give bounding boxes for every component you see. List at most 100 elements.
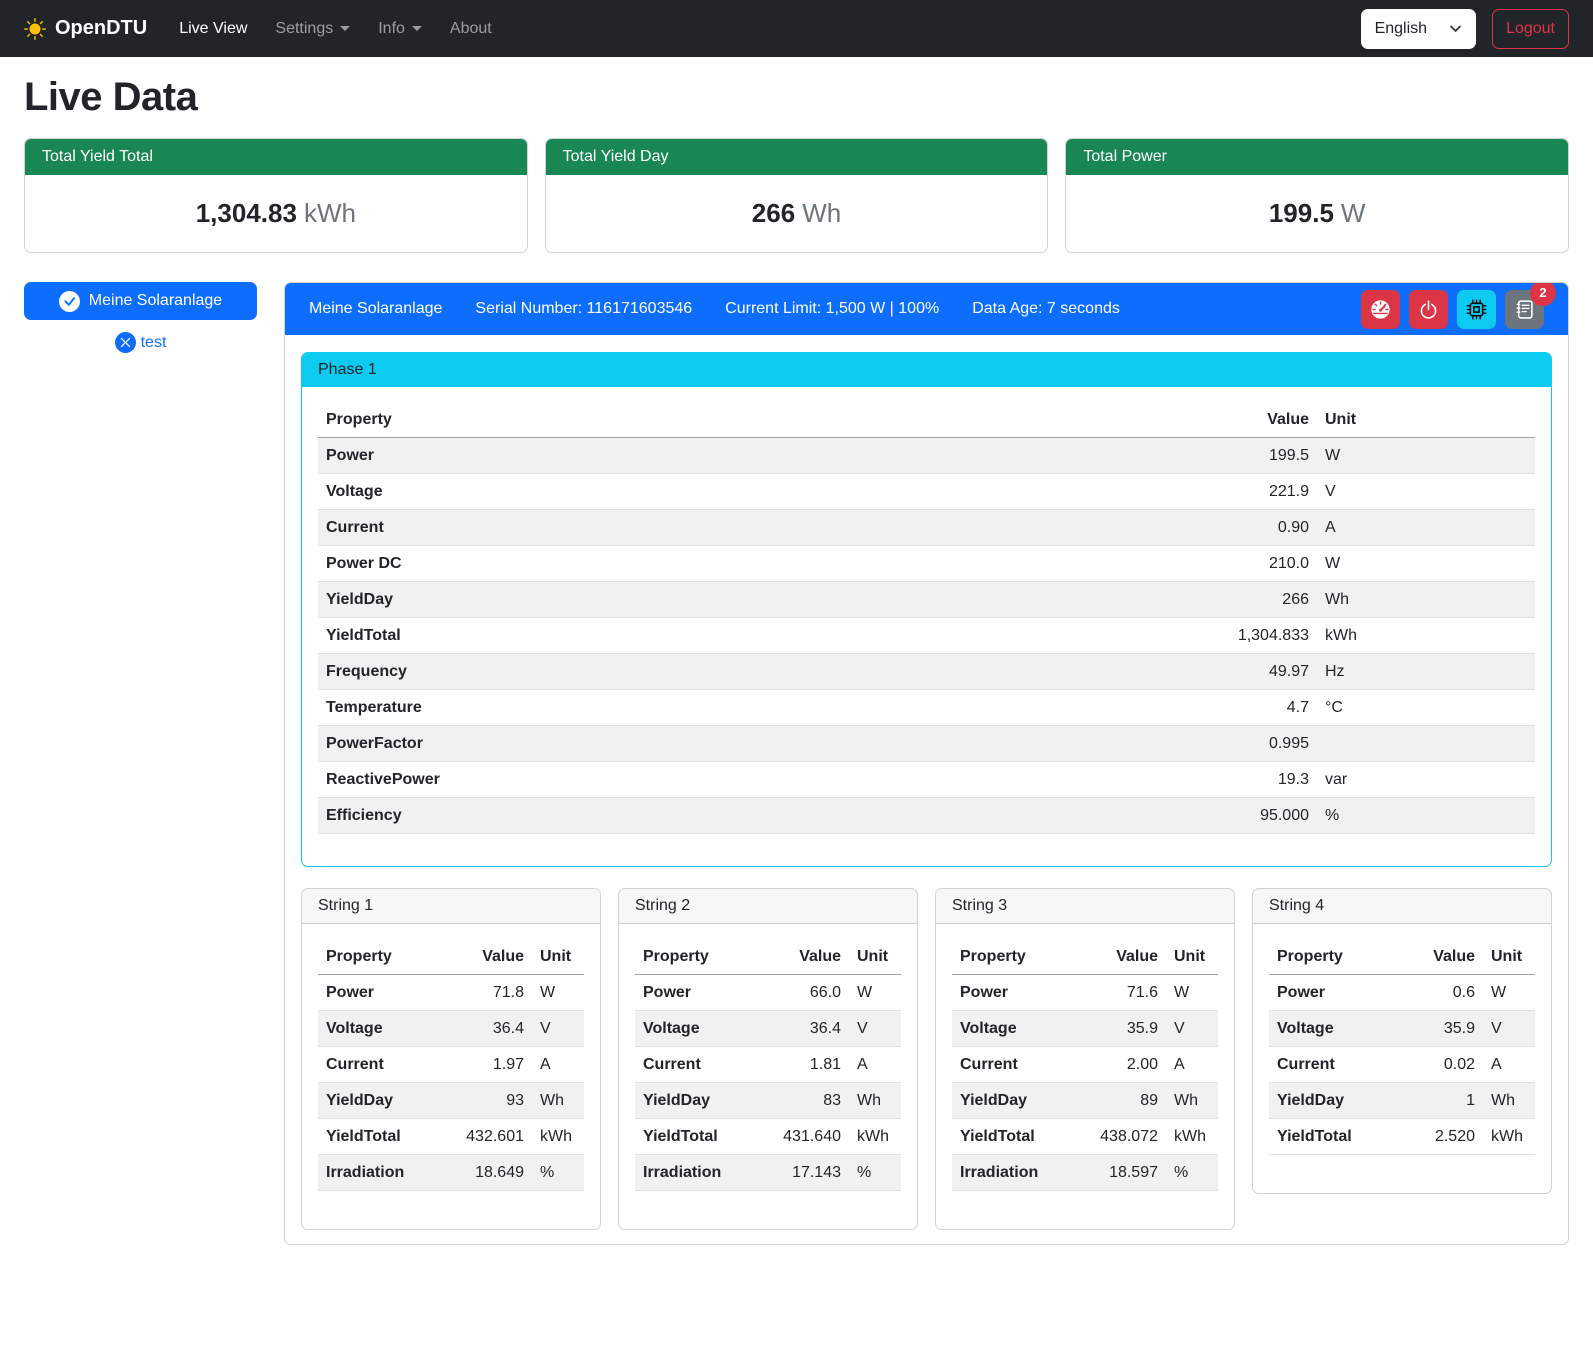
unit-cell: Wh: [1317, 582, 1535, 618]
device-info-button[interactable]: [1457, 290, 1496, 329]
string-table: Property Value Unit Power71.6WVoltage35.…: [952, 940, 1218, 1191]
nav-item-live-view[interactable]: Live View: [167, 12, 259, 46]
property-cell: Power: [1269, 975, 1400, 1011]
device-header: Meine Solaranlage Serial Number: 1161716…: [285, 283, 1568, 335]
device-limit: Current Limit: 1,500 W | 100%: [725, 300, 939, 318]
unit-cell: kWh: [1166, 1119, 1218, 1155]
value-cell: 36.4: [438, 1011, 532, 1047]
limit-settings-button[interactable]: [1361, 290, 1400, 329]
table-row: Current1.97A: [318, 1047, 584, 1083]
inverter-name-label: Meine Solaranlage: [89, 292, 222, 310]
col-property: Property: [318, 403, 916, 438]
speedometer-icon: [1370, 299, 1391, 320]
value-cell: 17.143: [755, 1155, 849, 1191]
unit-cell: %: [849, 1155, 901, 1191]
string-title: String 3: [936, 889, 1234, 924]
summary-unit: W: [1341, 198, 1366, 228]
value-cell: 49.97: [916, 654, 1317, 690]
col-value: Value: [438, 940, 532, 975]
property-cell: Power DC: [318, 546, 916, 582]
property-cell: YieldDay: [635, 1083, 755, 1119]
table-row: Voltage35.9V: [952, 1011, 1218, 1047]
table-row: Voltage35.9V: [1269, 1011, 1535, 1047]
page-title: Live Data: [24, 75, 1569, 120]
value-cell: 1,304.833: [916, 618, 1317, 654]
value-cell: 83: [755, 1083, 849, 1119]
unit-cell: W: [1317, 546, 1535, 582]
inverter-select-button[interactable]: Meine Solaranlage: [24, 282, 257, 320]
property-cell: YieldDay: [1269, 1083, 1400, 1119]
col-property: Property: [318, 940, 438, 975]
nav-item-info[interactable]: Info: [366, 12, 434, 46]
inverter-sidebar: Meine Solaranlage test: [24, 282, 257, 353]
unit-cell: var: [1317, 762, 1535, 798]
property-cell: YieldTotal: [635, 1119, 755, 1155]
value-cell: 0.02: [1400, 1047, 1483, 1083]
nav-item-about[interactable]: About: [438, 12, 504, 46]
unit-cell: °C: [1317, 690, 1535, 726]
device-actions: 2: [1361, 290, 1544, 329]
table-row: Current1.81A: [635, 1047, 901, 1083]
string-table: Property Value Unit Power66.0WVoltage36.…: [635, 940, 901, 1191]
table-row: YieldTotal431.640kWh: [635, 1119, 901, 1155]
table-row: Irradiation17.143%: [635, 1155, 901, 1191]
value-cell: 199.5: [916, 438, 1317, 474]
summary-card-body: 199.5W: [1066, 175, 1568, 252]
device-card: Meine Solaranlage Serial Number: 1161716…: [284, 282, 1569, 1245]
inverter-item-test[interactable]: test: [24, 332, 257, 353]
inverter-item-label: test: [141, 334, 167, 352]
value-cell: 35.9: [1400, 1011, 1483, 1047]
table-row: YieldTotal432.601kWh: [318, 1119, 584, 1155]
col-value: Value: [755, 940, 849, 975]
string-table: Property Value Unit Power0.6WVoltage35.9…: [1269, 940, 1535, 1155]
device-name: Meine Solaranlage: [309, 300, 442, 318]
table-row: Current0.90A: [318, 510, 1535, 546]
cpu-icon: [1466, 299, 1487, 320]
brand[interactable]: OpenDTU: [24, 17, 147, 40]
property-cell: Power: [635, 975, 755, 1011]
table-row: Irradiation18.597%: [952, 1155, 1218, 1191]
device-data-age: Data Age: 7 seconds: [972, 300, 1120, 318]
nav-item-settings[interactable]: Settings: [263, 12, 362, 46]
summary-card-body: 266Wh: [546, 175, 1048, 252]
property-cell: Voltage: [635, 1011, 755, 1047]
value-cell: 35.9: [1072, 1011, 1166, 1047]
col-unit: Unit: [1483, 940, 1535, 975]
table-row: Power DC210.0W: [318, 546, 1535, 582]
unit-cell: %: [532, 1155, 584, 1191]
value-cell: 438.072: [1072, 1119, 1166, 1155]
string-card: String 1 Property Value Unit: [301, 888, 601, 1230]
unit-cell: Wh: [532, 1083, 584, 1119]
summary-card-title: Total Power: [1066, 139, 1568, 175]
value-cell: 89: [1072, 1083, 1166, 1119]
property-cell: PowerFactor: [318, 726, 916, 762]
table-header-row: Property Value Unit: [1269, 940, 1535, 975]
logout-button[interactable]: Logout: [1492, 9, 1569, 49]
table-row: YieldTotal438.072kWh: [952, 1119, 1218, 1155]
value-cell: 71.8: [438, 975, 532, 1011]
string-table: Property Value Unit Power71.8WVoltage36.…: [318, 940, 584, 1191]
unit-cell: A: [1483, 1047, 1535, 1083]
table-row: Power0.6W: [1269, 975, 1535, 1011]
event-log-button[interactable]: 2: [1505, 290, 1544, 329]
power-button[interactable]: [1409, 290, 1448, 329]
check-circle-icon: [59, 291, 80, 312]
unit-cell: V: [1483, 1011, 1535, 1047]
unit-cell: V: [1166, 1011, 1218, 1047]
phase-panel: Phase 1 Property Value Unit Power199.5WV…: [301, 352, 1552, 867]
property-cell: YieldTotal: [1269, 1119, 1400, 1155]
property-cell: Current: [952, 1047, 1072, 1083]
table-row: YieldTotal1,304.833kWh: [318, 618, 1535, 654]
property-cell: Irradiation: [952, 1155, 1072, 1191]
language-select[interactable]: English: [1361, 9, 1476, 49]
property-cell: Voltage: [952, 1011, 1072, 1047]
property-cell: Current: [1269, 1047, 1400, 1083]
property-cell: YieldDay: [952, 1083, 1072, 1119]
navbar: OpenDTU Live View Settings Info About En…: [0, 0, 1593, 57]
unit-cell: %: [1317, 798, 1535, 834]
col-unit: Unit: [849, 940, 901, 975]
value-cell: 71.6: [1072, 975, 1166, 1011]
value-cell: 1.81: [755, 1047, 849, 1083]
property-cell: YieldDay: [318, 582, 916, 618]
summary-unit: Wh: [802, 198, 841, 228]
